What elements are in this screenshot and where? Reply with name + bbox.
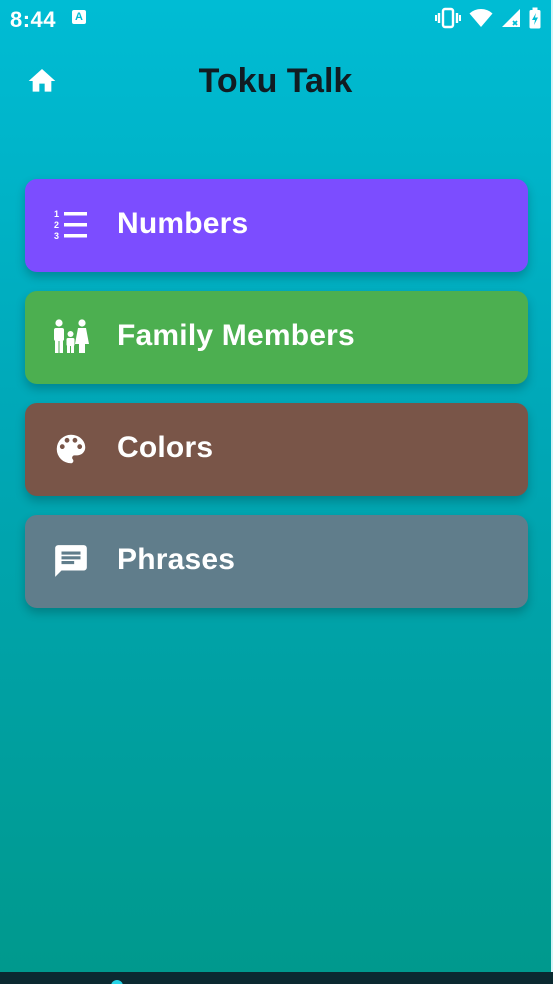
svg-text:3: 3	[54, 231, 59, 241]
chat-message-icon	[52, 542, 90, 580]
numbered-list-icon: 1 2 3	[52, 206, 90, 244]
svg-text:2: 2	[54, 220, 59, 230]
wifi-icon	[469, 8, 493, 28]
navigation-bar	[0, 972, 553, 984]
app-bar: Toku Talk	[0, 48, 551, 114]
page-title: Toku Talk	[198, 62, 353, 100]
status-bar: 8:44 A	[0, 0, 551, 38]
cell-signal-icon	[501, 8, 521, 28]
numbers-label: Numbers	[117, 207, 249, 240]
colors-label: Colors	[117, 431, 214, 464]
status-time: 8:44	[10, 7, 57, 32]
family-members-card[interactable]: Family Members	[25, 291, 528, 384]
numbers-card[interactable]: 1 2 3 Numbers	[25, 179, 528, 272]
notification-a-icon: A	[72, 10, 86, 24]
family-members-label: Family Members	[117, 319, 355, 352]
category-menu: 1 2 3 Numbers Family Members Colors Phra…	[25, 179, 528, 627]
battery-charging-icon	[529, 7, 541, 29]
colors-card[interactable]: Colors	[25, 403, 528, 496]
status-icons	[435, 7, 541, 29]
vibrate-icon	[435, 7, 461, 29]
app-screen: 8:44 A Toku Talk 1 2 3 Numbers Family Me…	[0, 0, 551, 972]
phrases-label: Phrases	[117, 543, 236, 576]
nav-indicator-icon	[111, 980, 123, 984]
svg-text:1: 1	[54, 209, 59, 219]
family-icon	[52, 318, 90, 356]
palette-icon	[52, 430, 90, 468]
phrases-card[interactable]: Phrases	[25, 515, 528, 608]
